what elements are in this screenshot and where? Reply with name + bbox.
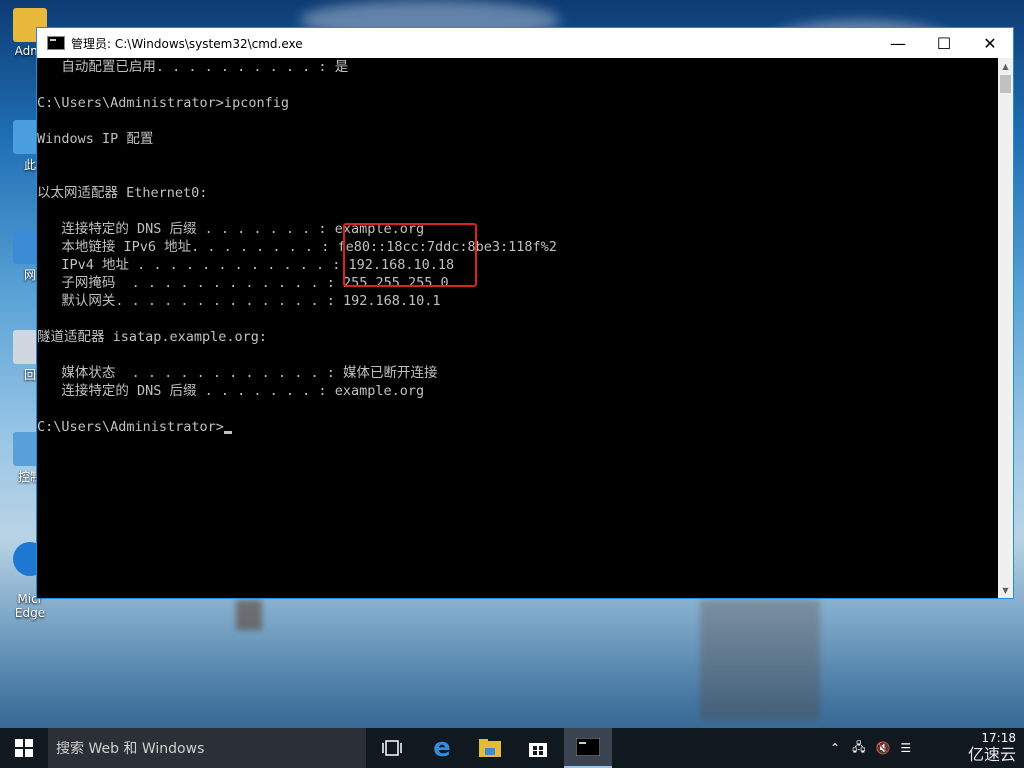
file-explorer-button[interactable]	[466, 728, 514, 768]
console-line: 默认网关. . . . . . . . . . . . . : 192.168.…	[37, 293, 441, 309]
scroll-thumb[interactable]	[1000, 75, 1011, 93]
desktop-icon-label: 网	[23, 268, 36, 282]
clock-time: 17:18	[981, 731, 1016, 745]
console-line: 连接特定的 DNS 后缀 . . . . . . . : example.org	[37, 221, 425, 237]
task-view-button[interactable]	[368, 728, 416, 768]
system-tray: ⌃ 🖧 🔇 ☰	[830, 728, 921, 768]
text-cursor	[223, 431, 232, 434]
console-line: IPv4 地址 . . . . . . . . . . . . : 192.16…	[37, 257, 455, 273]
scroll-up-arrow-icon[interactable]: ▲	[998, 58, 1013, 74]
edge-taskbar-button[interactable]: e	[418, 728, 466, 768]
cmd-window[interactable]: 管理员: C:\Windows\system32\cmd.exe — ☐ ✕ 自…	[36, 27, 1014, 599]
console-line: 媒体状态 . . . . . . . . . . . . : 媒体已断开连接	[37, 365, 438, 381]
console-line: 以太网适配器 Ethernet0:	[37, 185, 208, 201]
desktop-icon-label: 此	[23, 158, 36, 172]
highlight-box	[343, 223, 477, 287]
maximize-icon: ☐	[936, 33, 952, 53]
clock[interactable]: 17:18 亿速云	[938, 728, 1016, 768]
store-icon	[529, 743, 547, 757]
console-line: Windows IP 配置	[37, 131, 154, 147]
console-line: C:\Users\Administrator>ipconfig	[37, 95, 289, 111]
search-placeholder: 搜索 Web 和 Windows	[56, 741, 205, 757]
console-icon	[47, 36, 65, 50]
store-button[interactable]	[514, 728, 562, 768]
title-bar[interactable]: 管理员: C:\Windows\system32\cmd.exe — ☐ ✕	[37, 28, 1013, 58]
cmd-taskbar-button[interactable]	[564, 728, 612, 768]
console-output[interactable]: 自动配置已启用. . . . . . . . . . : 是 C:\Users\A…	[37, 58, 999, 598]
console-line: 隧道适配器 isatap.example.org:	[37, 329, 268, 345]
vertical-scrollbar[interactable]: ▲ ▼	[998, 58, 1013, 598]
task-view-icon	[382, 740, 402, 756]
maximize-button[interactable]: ☐	[921, 28, 967, 58]
console-line: 本地链接 IPv6 地址. . . . . . . . : fe80::18cc…	[37, 239, 557, 255]
scroll-down-arrow-icon[interactable]: ▼	[998, 582, 1013, 598]
edge-icon: e	[433, 733, 451, 763]
console-line: 自动配置已启用. . . . . . . . . . : 是	[37, 59, 349, 75]
show-hidden-icons-button[interactable]: ⌃	[830, 741, 840, 755]
console-line: C:\Users\Administrator>	[37, 418, 999, 436]
window-title: 管理员: C:\Windows\system32\cmd.exe	[71, 36, 303, 51]
minimize-icon: —	[890, 33, 906, 53]
close-button[interactable]: ✕	[967, 28, 1013, 58]
minimize-button[interactable]: —	[875, 28, 921, 58]
windows-logo-icon	[15, 739, 33, 757]
search-box[interactable]: 搜索 Web 和 Windows	[48, 728, 366, 768]
action-center-icon[interactable]: ☰	[900, 741, 911, 755]
close-icon: ✕	[983, 33, 997, 53]
watermark-logo: 亿速云	[967, 745, 1016, 764]
console-line: 子网掩码 . . . . . . . . . . . . : 255.255.2…	[37, 275, 449, 291]
folder-icon	[479, 739, 501, 757]
console-line: 连接特定的 DNS 后缀 . . . . . . . : example.org	[37, 383, 425, 399]
console-icon	[576, 738, 600, 756]
volume-muted-icon[interactable]: 🔇	[875, 741, 890, 755]
start-button[interactable]	[0, 728, 48, 768]
network-icon[interactable]: 🖧	[852, 738, 865, 759]
desktop-icon-label: 回	[23, 368, 36, 382]
